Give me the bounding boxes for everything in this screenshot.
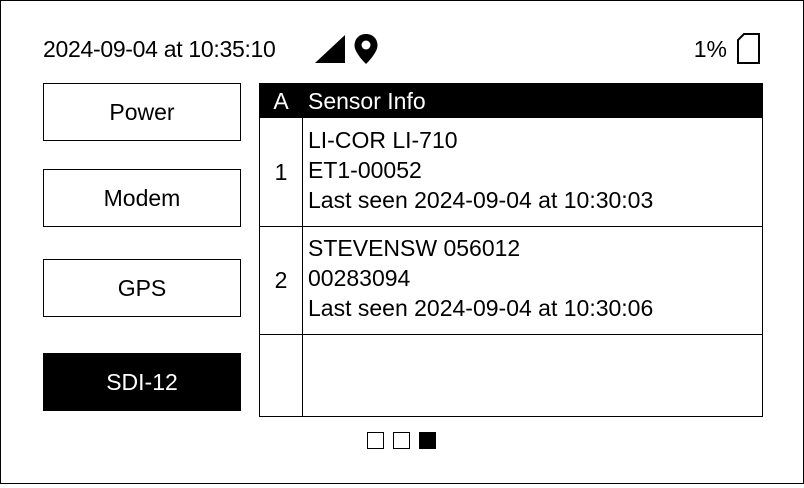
battery-icon [737,33,760,64]
table-header: A Sensor Info [260,84,762,118]
menu-button-sdi12[interactable]: SDI-12 [43,353,241,411]
battery-percent: 1% [693,36,727,62]
table-row[interactable] [260,335,762,416]
sensor-table: A Sensor Info 1 LI-COR LI-710 ET1-00052 … [259,83,763,417]
menu-button-power[interactable]: Power [43,83,241,141]
menu-button-modem[interactable]: Modem [43,169,241,227]
row-sensor-info: STEVENSW 056012 00283094 Last seen 2024-… [308,233,653,323]
menu-button-label: Modem [103,184,181,211]
sensor-serial: 00283094 [308,265,411,291]
device-screen: 2024-09-04 at 10:35:10 1% Power Modem GP… [0,0,804,484]
sensor-model: LI-COR LI-710 [308,127,458,153]
header-address: A [273,87,289,114]
page-indicator [367,432,436,449]
sensor-model: STEVENSW 056012 [308,235,521,261]
menu-button-gps[interactable]: GPS [43,259,241,317]
table-row[interactable]: 2 STEVENSW 056012 00283094 Last seen 202… [260,227,762,334]
menu-button-label: GPS [117,274,167,301]
row-sensor-info: LI-COR LI-710 ET1-00052 Last seen 2024-0… [308,125,653,215]
page-dot-1[interactable] [367,432,384,449]
header-sensor-info: Sensor Info [308,88,426,114]
signal-icon [315,35,345,63]
row-address [260,335,302,416]
sensor-last-seen: Last seen 2024-09-04 at 10:30:06 [308,295,654,321]
row-address: 1 [274,158,288,185]
menu-button-label: SDI-12 [106,368,178,395]
sensor-last-seen: Last seen 2024-09-04 at 10:30:03 [308,187,654,213]
table-row[interactable]: 1 LI-COR LI-710 ET1-00052 Last seen 2024… [260,118,762,226]
menu-button-label: Power [109,98,175,125]
location-pin-icon [354,34,378,64]
status-datetime: 2024-09-04 at 10:35:10 [43,36,276,62]
row-address: 2 [274,267,288,293]
page-dot-2[interactable] [393,432,410,449]
sensor-serial: ET1-00052 [308,157,422,183]
page-dot-3-current[interactable] [419,432,436,449]
